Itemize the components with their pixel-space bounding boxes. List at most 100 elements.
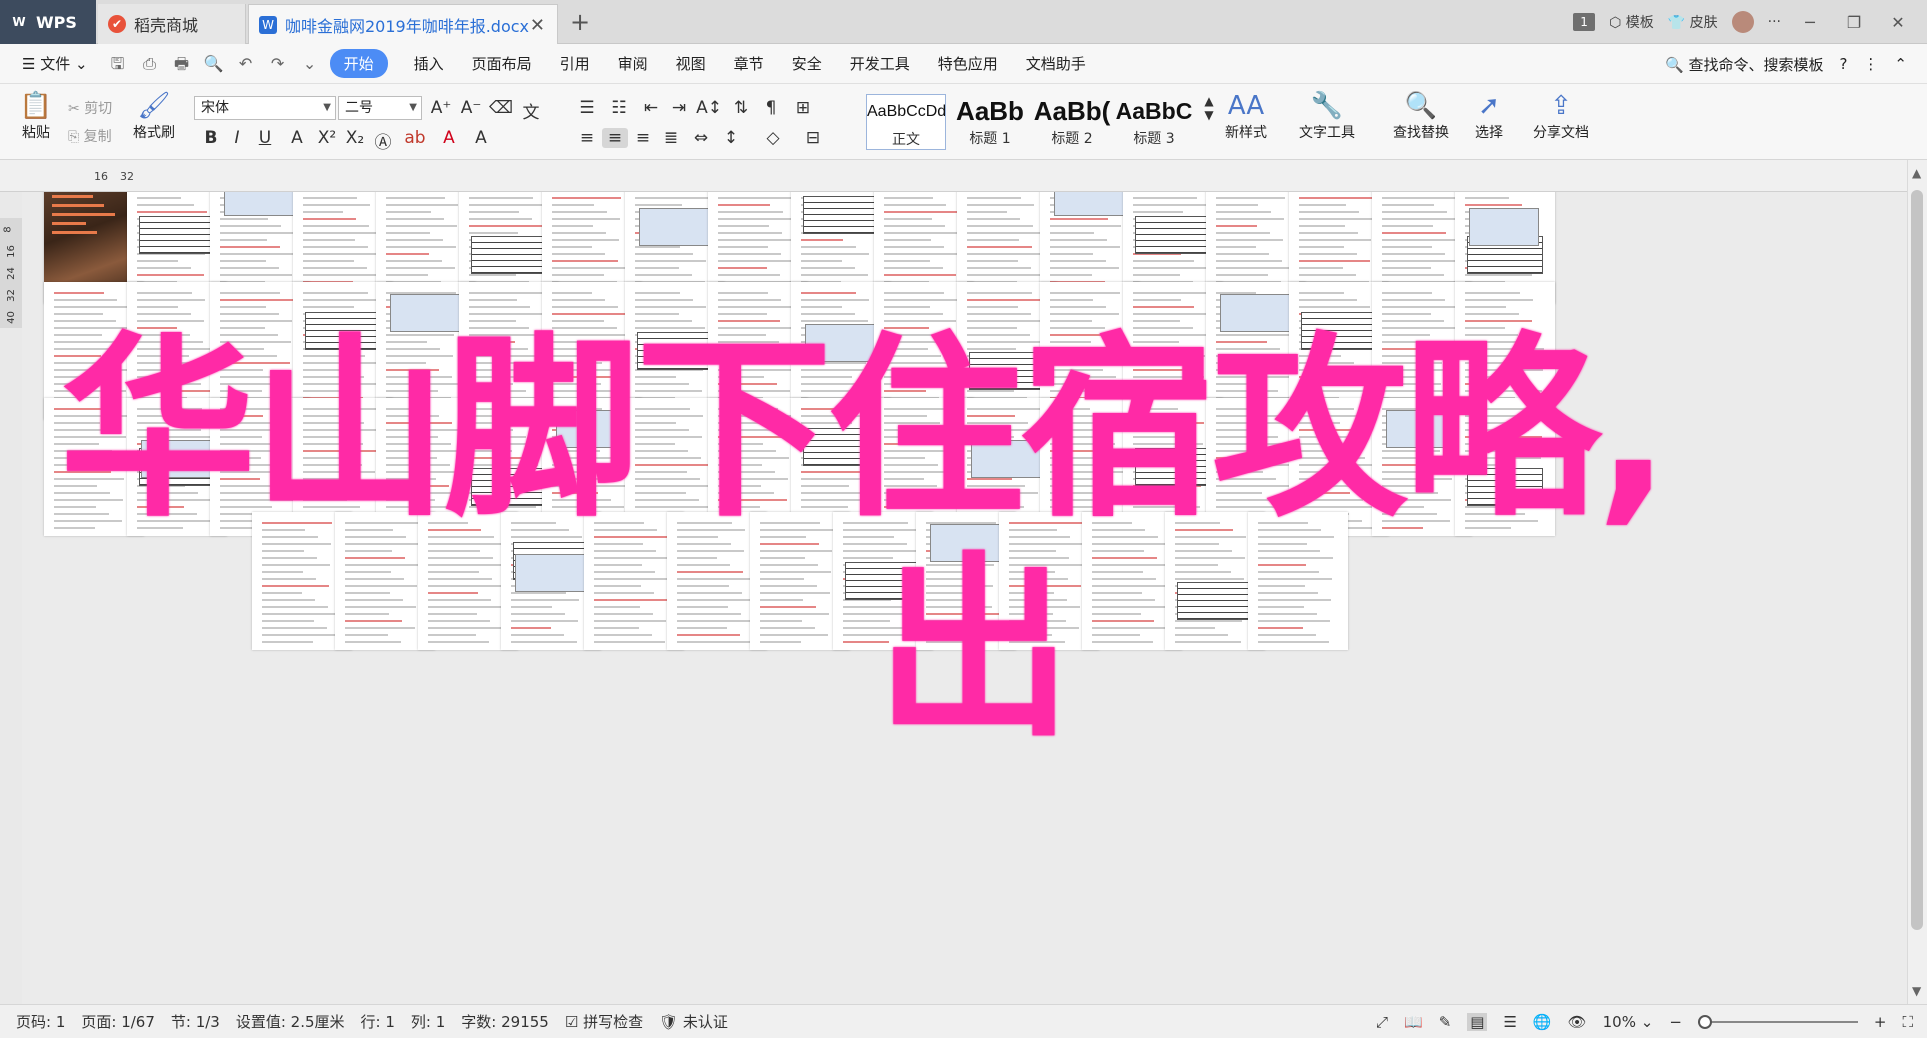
- borders-icon[interactable]: ⊟: [800, 128, 826, 148]
- justify-icon[interactable]: ≣: [658, 128, 684, 148]
- style-heading-1[interactable]: AaBb 标题 1: [950, 94, 1030, 150]
- status-page-no[interactable]: 页码: 1: [16, 1011, 65, 1032]
- subscript-icon[interactable]: X₂: [342, 128, 368, 148]
- style-heading-3[interactable]: AaBbC 标题 3: [1114, 94, 1194, 150]
- share-doc-button[interactable]: ⇪ 分享文档: [1526, 90, 1596, 142]
- document-canvas[interactable]: [22, 192, 1907, 1004]
- shading-icon[interactable]: ◇: [760, 128, 786, 148]
- close-tab-icon[interactable]: ✕: [530, 15, 545, 36]
- format-painter-button[interactable]: 🖌 格式刷: [130, 90, 178, 142]
- zoom-slider-knob[interactable]: [1697, 1015, 1712, 1029]
- superscript-icon[interactable]: X²: [314, 128, 340, 148]
- text-effect-icon[interactable]: Ⓐ: [370, 128, 396, 153]
- template-button[interactable]: ⬡ 模板: [1609, 12, 1654, 32]
- strikethrough-icon[interactable]: A: [284, 128, 310, 148]
- select-button[interactable]: ➚ 选择: [1464, 90, 1514, 142]
- grow-font-icon[interactable]: A⁺: [428, 98, 454, 118]
- table-tools-icon[interactable]: ⊞: [790, 98, 816, 118]
- scroll-down-icon[interactable]: ▼: [1912, 984, 1921, 998]
- scrollbar-thumb[interactable]: [1911, 190, 1923, 930]
- page-view-icon[interactable]: ▤: [1467, 1013, 1488, 1031]
- new-style-button[interactable]: AA 新样式: [1218, 90, 1274, 142]
- line-spacing-icon[interactable]: ↕: [718, 128, 744, 148]
- restore-icon[interactable]: ❐: [1839, 13, 1869, 32]
- tab-page-layout[interactable]: 页面布局: [472, 53, 532, 74]
- zoom-slider[interactable]: [1697, 1015, 1858, 1029]
- vertical-ruler[interactable]: 8 16 24 32 40: [0, 218, 22, 328]
- decrease-indent-icon[interactable]: ⇤: [638, 98, 664, 118]
- auth-button[interactable]: 🛡 未认证: [659, 1011, 728, 1032]
- more-menu-icon[interactable]: ⋮: [1863, 55, 1878, 73]
- window-count-badge[interactable]: 1: [1573, 13, 1596, 31]
- pinyin-icon[interactable]: 文: [518, 98, 544, 123]
- show-marks-icon[interactable]: ¶: [758, 98, 784, 118]
- status-words[interactable]: 字数: 29155: [461, 1011, 549, 1032]
- align-right-icon[interactable]: ≡: [630, 128, 656, 148]
- tab-view[interactable]: 视图: [676, 53, 706, 74]
- tab-doc-assistant[interactable]: 文档助手: [1026, 53, 1086, 74]
- scroll-up-icon[interactable]: ▲: [1912, 166, 1921, 180]
- style-heading-2[interactable]: AaBb( 标题 2: [1032, 94, 1112, 150]
- distributed-icon[interactable]: ⇔: [688, 128, 714, 148]
- tab-wps-home[interactable]: W WPS: [0, 0, 96, 44]
- style-normal[interactable]: AaBbCcDd 正文: [866, 94, 946, 150]
- status-setting[interactable]: 设置值: 2.5厘米: [236, 1011, 345, 1032]
- text-direction-icon[interactable]: A↕: [696, 98, 722, 118]
- close-window-icon[interactable]: ✕: [1883, 13, 1913, 32]
- sort-icon[interactable]: ⇅: [728, 98, 754, 118]
- output-pdf-icon[interactable]: ⎙: [138, 52, 162, 76]
- tab-developer[interactable]: 开发工具: [850, 53, 910, 74]
- tab-chapter[interactable]: 章节: [734, 53, 764, 74]
- font-size-select[interactable]: 二号 ▼: [338, 96, 422, 120]
- cut-button[interactable]: ✂ 剪切: [68, 98, 112, 118]
- horizontal-ruler[interactable]: 16 32: [0, 160, 1927, 192]
- copy-button[interactable]: ⎘ 复制: [68, 126, 112, 146]
- zoom-out-icon[interactable]: −: [1669, 1013, 1682, 1031]
- find-replace-button[interactable]: 🔍 查找替换: [1384, 90, 1458, 142]
- web-view-icon[interactable]: 🌐: [1533, 1013, 1552, 1031]
- status-col[interactable]: 列: 1: [411, 1011, 445, 1032]
- tab-daoke-store[interactable]: ✔ 稻壳商城: [98, 4, 246, 44]
- tab-insert[interactable]: 插入: [414, 53, 444, 74]
- help-icon[interactable]: ?: [1839, 55, 1847, 73]
- numbering-icon[interactable]: ☷: [606, 98, 632, 118]
- font-color-icon[interactable]: A: [436, 128, 462, 148]
- tab-special-apps[interactable]: 特色应用: [938, 53, 998, 74]
- tab-start[interactable]: 开始: [329, 49, 388, 78]
- status-row[interactable]: 行: 1: [361, 1011, 395, 1032]
- status-section[interactable]: 节: 1/3: [171, 1011, 220, 1032]
- page-thumbnail[interactable]: [1455, 398, 1555, 536]
- increase-indent-icon[interactable]: ⇥: [666, 98, 692, 118]
- paste-button[interactable]: 📋 粘贴: [14, 90, 58, 142]
- tab-references[interactable]: 引用: [560, 53, 590, 74]
- zoom-level[interactable]: 10% ⌄: [1603, 1013, 1654, 1031]
- char-shading-icon[interactable]: A: [468, 128, 494, 148]
- status-page[interactable]: 页面: 1/67: [81, 1011, 155, 1032]
- shrink-font-icon[interactable]: A⁻: [458, 98, 484, 118]
- bold-icon[interactable]: B: [198, 128, 224, 148]
- new-tab-button[interactable]: +: [570, 8, 590, 36]
- clear-format-icon[interactable]: ⌫: [488, 98, 514, 118]
- spell-check-button[interactable]: ☑ 拼写检查: [565, 1011, 643, 1032]
- text-tools-button[interactable]: 🔧 文字工具: [1292, 90, 1362, 142]
- fit-page-icon[interactable]: ⛶: [1902, 1013, 1913, 1031]
- underline-icon[interactable]: U: [252, 128, 278, 148]
- skin-button[interactable]: 👕 皮肤: [1668, 12, 1718, 32]
- edit-mode-icon[interactable]: ✎: [1439, 1013, 1452, 1031]
- avatar[interactable]: [1731, 11, 1754, 33]
- more-icon[interactable]: ···: [1768, 14, 1781, 30]
- page-thumbnail[interactable]: [1248, 512, 1348, 650]
- redo-icon[interactable]: ↷: [266, 52, 290, 76]
- tab-review[interactable]: 审阅: [618, 53, 648, 74]
- customize-dropdown-icon[interactable]: ⌄: [298, 52, 322, 76]
- command-search[interactable]: 🔍 查找命令、搜索模板: [1665, 54, 1823, 75]
- fullscreen-icon[interactable]: ⤢: [1376, 1013, 1388, 1031]
- tab-security[interactable]: 安全: [792, 53, 822, 74]
- collapse-ribbon-icon[interactable]: ⌃: [1894, 55, 1907, 73]
- italic-icon[interactable]: I: [224, 128, 250, 148]
- zoom-in-icon[interactable]: +: [1874, 1013, 1887, 1031]
- align-center-icon[interactable]: ≡: [602, 128, 628, 148]
- eye-protection-icon[interactable]: 👁: [1568, 1013, 1587, 1031]
- menu-file[interactable]: ☰ 文件 ⌄: [22, 53, 88, 74]
- print-icon[interactable]: 🖶: [170, 52, 194, 76]
